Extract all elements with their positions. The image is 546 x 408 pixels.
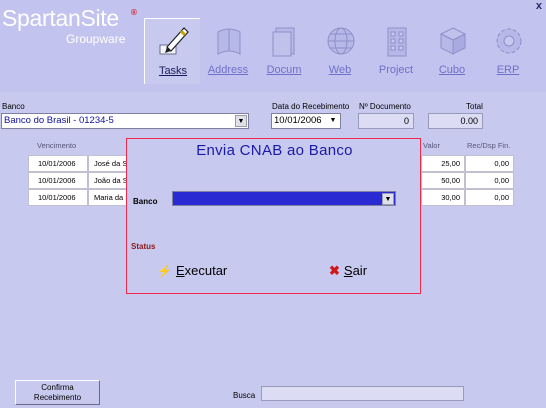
dialog-banco-select[interactable]: ▼ <box>172 191 396 206</box>
dialog-banco-label: Banco <box>133 197 158 206</box>
total-field: 0.00 <box>428 113 483 129</box>
grid-header-vencimento: Vencimento <box>37 141 77 150</box>
confirma-line2: Recebimento <box>33 393 82 402</box>
banco-select-value: Banco do Brasil - 01234-5 <box>4 115 114 126</box>
cell-rec: 0,00 <box>465 172 514 189</box>
toolbar-cubo[interactable]: Cubo <box>424 20 480 82</box>
toolbar-label: Address <box>207 64 249 76</box>
sair-button[interactable]: ✖ Sair <box>329 263 367 279</box>
cell-nome: João da S <box>88 172 128 189</box>
confirma-recebimento-button[interactable]: Confirma Recebimento <box>15 380 100 405</box>
executar-hotkey: E <box>175 263 185 278</box>
address-book-icon <box>217 28 241 55</box>
cube-icon <box>439 27 467 55</box>
document-icon <box>272 27 295 57</box>
chevron-down-icon[interactable]: ▼ <box>382 193 394 205</box>
brand-name: SpartanSite <box>2 5 119 31</box>
brand-subtitle: Groupware <box>66 32 126 46</box>
confirma-line1: Confirma <box>41 383 74 392</box>
toolbar-erp[interactable]: ERP <box>480 20 536 82</box>
close-button[interactable]: x <box>536 0 542 12</box>
documento-field[interactable]: 0 <box>358 113 414 129</box>
toolbar-address[interactable]: Address <box>200 20 256 82</box>
cell-nome: Maria da S <box>88 189 128 206</box>
toolbar-project[interactable]: Project <box>368 20 424 82</box>
cell-nome: José da S <box>88 155 128 172</box>
toolbar-label: Web <box>328 64 352 76</box>
toolbar-label: ERP <box>496 64 520 76</box>
brand-logo: SpartanSite ® Groupware <box>2 5 137 46</box>
cell-valor: 50,00 <box>421 172 465 189</box>
toolbar-docum[interactable]: Docum <box>256 20 312 82</box>
banco-select[interactable]: Banco do Brasil - 01234-5 ▼ <box>1 113 249 129</box>
dialog-title: Envia CNAB ao Banco <box>196 142 353 159</box>
data-recebimento-select[interactable]: 10/01/2006 ▼ <box>271 113 341 129</box>
busca-input[interactable] <box>261 386 464 401</box>
sair-label-rest: air <box>352 263 368 278</box>
pen-nib-icon <box>159 27 189 55</box>
toolbar-label: Project <box>378 64 414 76</box>
app-header: SpartanSite ® Groupware x Tasks Address <box>0 0 546 92</box>
toolbar-label: Cubo <box>438 64 466 76</box>
toolbar-tasks[interactable]: Tasks <box>144 18 200 84</box>
total-label: Total <box>466 102 483 111</box>
brand-registered-mark: ® <box>131 8 137 17</box>
banco-label: Banco <box>2 102 25 111</box>
toolbar-label: Docum <box>266 64 302 76</box>
close-icon: ✖ <box>329 263 340 278</box>
grid-header-rec: Rec/Dsp Fin. <box>467 141 511 150</box>
executar-button[interactable]: ⚡ Executar <box>157 263 227 278</box>
cell-valor: 25,00 <box>421 155 465 172</box>
documento-label: Nº Documento <box>359 102 411 111</box>
chevron-down-icon[interactable]: ▼ <box>327 115 339 127</box>
gear-icon <box>496 28 522 54</box>
cell-valor: 30,00 <box>421 189 465 206</box>
dialog-status-label: Status <box>131 242 156 251</box>
executar-label-rest: xecutar <box>184 263 228 278</box>
cell-vencimento: 10/01/2006 <box>28 172 88 189</box>
sair-hotkey: S <box>343 263 353 278</box>
globe-icon <box>327 27 355 55</box>
toolbar-web[interactable]: Web <box>312 20 368 82</box>
chevron-down-icon[interactable]: ▼ <box>235 115 247 127</box>
data-recebimento-value: 10/01/2006 <box>274 115 322 126</box>
cnab-dialog: Envia CNAB ao Banco Banco ▼ Status ⚡ Exec… <box>126 138 421 294</box>
toolbar-label: Tasks <box>158 65 188 77</box>
cell-rec: 0,00 <box>465 189 514 206</box>
cell-rec: 0,00 <box>465 155 514 172</box>
cell-vencimento: 10/01/2006 <box>28 189 88 206</box>
grid-header-valor: Valor <box>423 141 440 150</box>
building-icon <box>387 27 407 57</box>
data-recebimento-label: Data do Recebimento <box>272 102 350 111</box>
busca-label: Busca <box>233 391 256 400</box>
cell-vencimento: 10/01/2006 <box>28 155 88 172</box>
lightning-icon: ⚡ <box>157 264 172 278</box>
